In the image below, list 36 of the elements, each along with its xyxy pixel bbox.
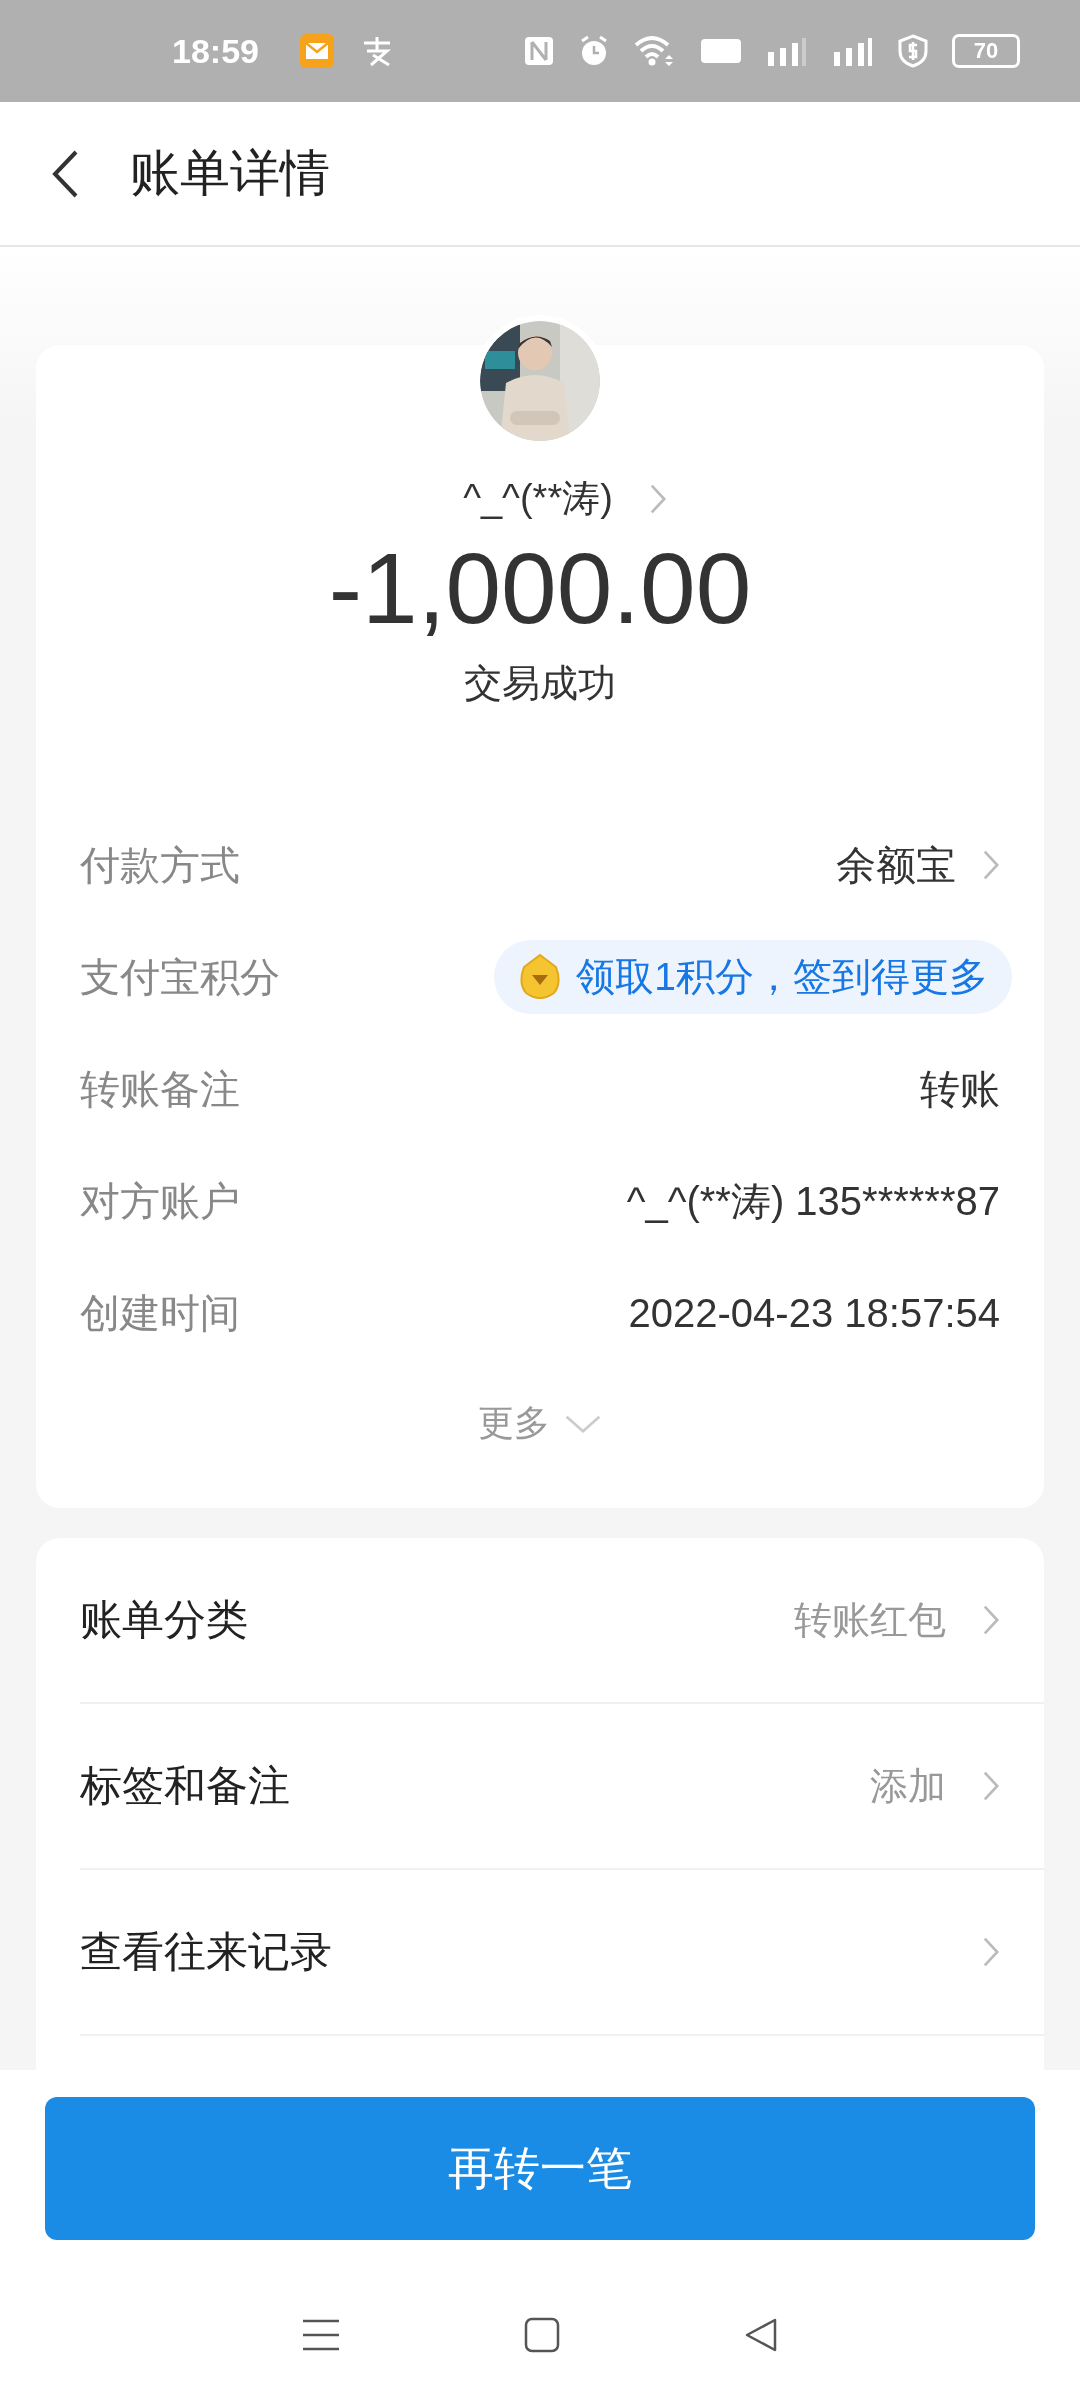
- detail-value[interactable]: 余额宝: [836, 837, 956, 893]
- detail-value: 2022-04-23 18:57:54: [628, 1290, 1000, 1336]
- detail-label: 对方账户: [80, 1177, 240, 1225]
- transfer-again-button[interactable]: 再转一笔: [45, 2097, 1035, 2240]
- wifi-icon: [634, 35, 676, 67]
- detail-label: 付款方式: [80, 841, 240, 889]
- detail-value: 转账: [920, 1065, 1000, 1113]
- chevron-icon: [982, 1604, 1000, 1636]
- status-text: 交易成功: [464, 661, 616, 706]
- chevron-down-icon: [564, 1413, 602, 1434]
- chevron-icon: [982, 849, 1000, 881]
- detail-label: 创建时间: [80, 1289, 240, 1337]
- mail-app-icon: [298, 33, 335, 69]
- chevron-icon: [982, 1936, 1000, 1968]
- points-pill[interactable]: 领取1积分，签到得更多: [494, 940, 1012, 1014]
- page-title: 账单详情: [130, 144, 330, 203]
- payee-name[interactable]: ^_^(**涛): [463, 473, 613, 524]
- list-item[interactable]: 查看往来记录: [80, 1870, 1044, 2036]
- list-item[interactable]: 标签和备注 添加: [80, 1704, 1044, 1870]
- detail-value: ^_^(**涛) 135******87: [626, 1177, 1000, 1225]
- shield-icon: [898, 34, 928, 68]
- list-item[interactable]: 账单分类 转账红包: [80, 1538, 1044, 1704]
- item-value: 添加: [870, 1763, 946, 1809]
- detail-label: 转账备注: [80, 1065, 240, 1113]
- chevron-icon: [648, 482, 667, 515]
- nfc-icon: [524, 36, 554, 66]
- menu-icon[interactable]: [301, 2318, 342, 2352]
- detail-label: 支付宝积分: [80, 953, 280, 1001]
- battery-level: 70: [973, 38, 999, 64]
- coin-icon: [518, 953, 563, 1001]
- back-icon[interactable]: [50, 148, 80, 199]
- chevron-icon: [982, 1770, 1000, 1802]
- home-icon[interactable]: [524, 2317, 560, 2353]
- clock-time: 18:59: [172, 31, 259, 71]
- item-value: 转账红包: [794, 1597, 946, 1643]
- amount-text: -1,000.00: [328, 531, 752, 646]
